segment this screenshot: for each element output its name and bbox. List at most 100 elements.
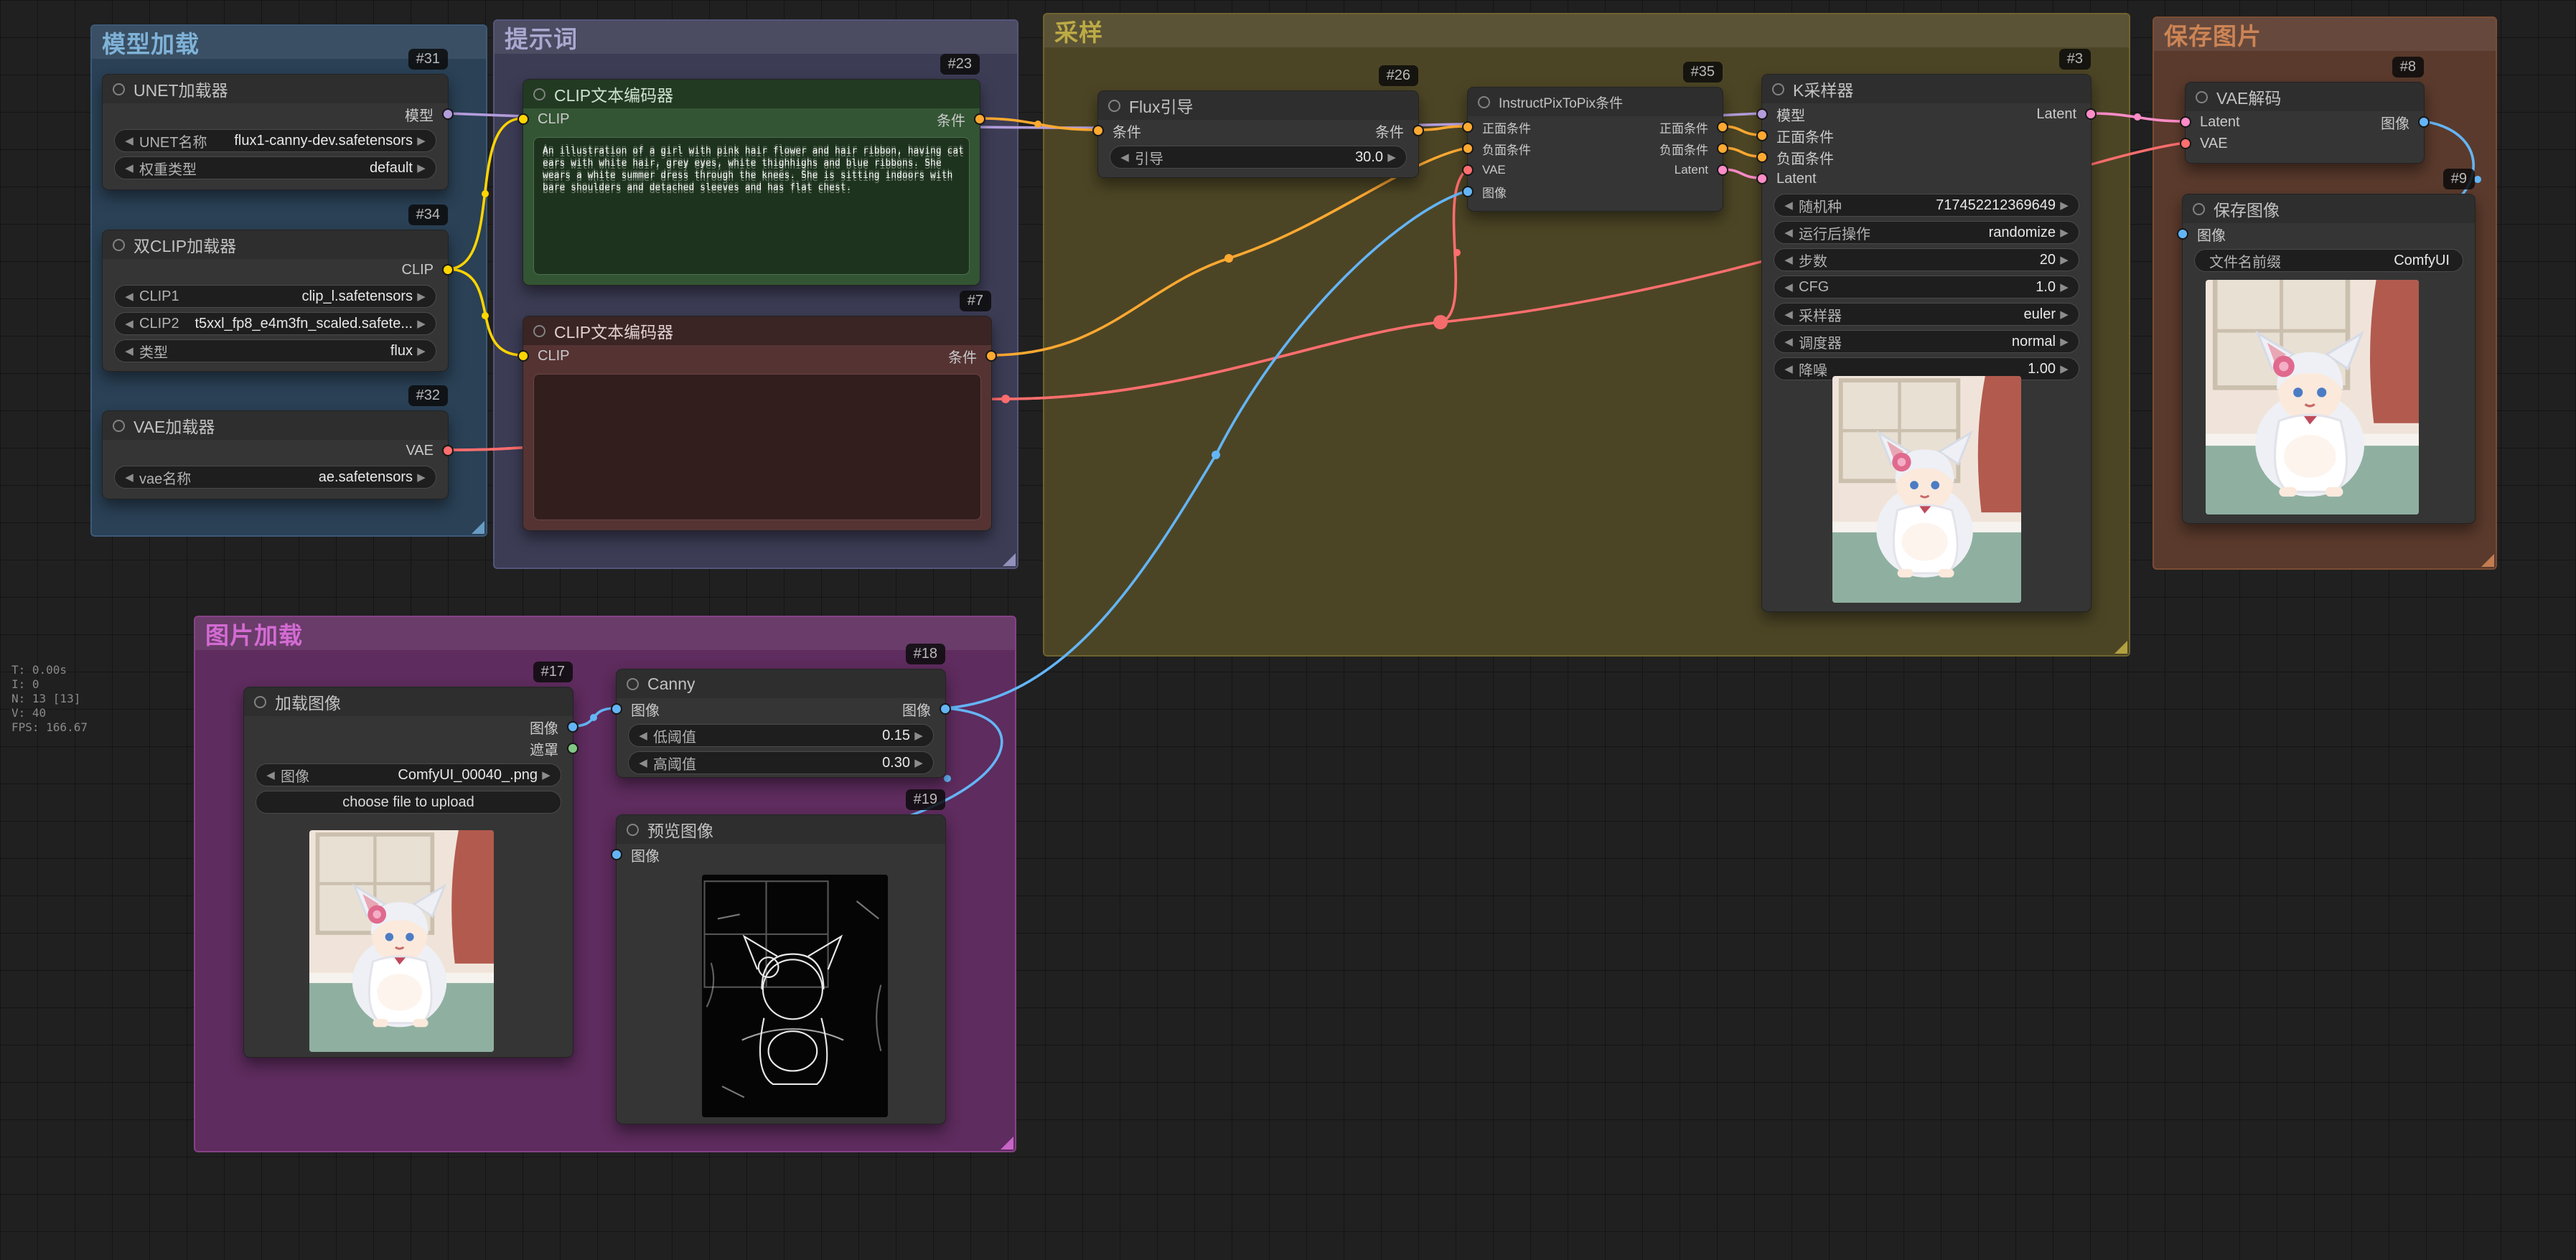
collapse-icon[interactable]	[627, 824, 639, 836]
widget-guidance[interactable]: ◀ 引导 30.0 ▶	[1110, 146, 1407, 169]
group-title[interactable]: 采样	[1044, 14, 2129, 47]
arrow-left-icon[interactable]: ◀	[1780, 362, 1797, 375]
collapse-icon[interactable]	[533, 88, 545, 100]
upload-button[interactable]: choose file to upload	[256, 791, 561, 814]
model-output-port[interactable]	[442, 108, 454, 120]
widget-vae-name[interactable]: ◀ vae名称 ae.safetensors ▶	[114, 466, 436, 489]
node-title-bar[interactable]: 预览图像	[617, 815, 945, 844]
widget-weight-dtype[interactable]: ◀ 权重类型 default ▶	[114, 156, 436, 179]
node-clip-text-encode-positive[interactable]: #23 CLIP文本编码器 CLIP 条件 An illustration of…	[523, 79, 980, 286]
collapse-icon[interactable]	[1108, 100, 1120, 112]
widget-scheduler[interactable]: ◀ 调度器 normal ▶	[1774, 330, 2079, 353]
positive-cond-input-port[interactable]	[1462, 121, 1474, 133]
arrow-left-icon[interactable]: ◀	[121, 161, 138, 174]
node-title-bar[interactable]: 保存图像	[2183, 194, 2475, 223]
positive-cond-input-port[interactable]	[1756, 130, 1768, 141]
widget-clip-type[interactable]: ◀ 类型 flux ▶	[114, 339, 436, 362]
arrow-right-icon[interactable]: ▶	[1383, 151, 1400, 164]
node-instruct-pix-to-pix[interactable]: #35 InstructPixToPix条件 正面条件 正面条件 负面条件 负面…	[1467, 87, 1723, 212]
negative-cond-input-port[interactable]	[1462, 143, 1474, 154]
conditioning-output-port[interactable]	[985, 350, 997, 362]
vae-input-port[interactable]	[1462, 164, 1474, 176]
widget-cfg[interactable]: ◀ CFG 1.0 ▶	[1774, 276, 2079, 298]
positive-cond-output-port[interactable]	[1717, 121, 1728, 133]
image-input-port[interactable]	[611, 849, 622, 860]
collapse-icon[interactable]	[627, 678, 639, 690]
clip-input-port[interactable]	[517, 350, 529, 362]
image-input-port[interactable]	[611, 703, 622, 715]
arrow-right-icon[interactable]: ▶	[2056, 253, 2073, 266]
vae-output-port[interactable]	[442, 445, 454, 456]
node-title-bar[interactable]: VAE加载器	[103, 411, 448, 440]
arrow-right-icon[interactable]: ▶	[413, 161, 430, 174]
conditioning-input-port[interactable]	[1092, 125, 1104, 136]
image-input-port[interactable]	[2177, 228, 2188, 240]
node-unet-loader[interactable]: #31 UNET加载器 模型 ◀ UNET名称 flux1-canny-dev.…	[102, 74, 449, 190]
arrow-right-icon[interactable]: ▶	[2056, 199, 2073, 212]
arrow-right-icon[interactable]: ▶	[413, 471, 430, 484]
widget-control-after-generate[interactable]: ◀ 运行后操作 randomize ▶	[1774, 221, 2079, 244]
arrow-right-icon[interactable]: ▶	[413, 317, 430, 330]
widget-steps[interactable]: ◀ 步数 20 ▶	[1774, 248, 2079, 271]
latent-output-port[interactable]	[1717, 164, 1728, 176]
collapse-icon[interactable]	[1772, 83, 1784, 95]
arrow-left-icon[interactable]: ◀	[1780, 199, 1797, 212]
model-input-port[interactable]	[1756, 108, 1768, 120]
node-title-bar[interactable]: CLIP文本编码器	[523, 316, 991, 345]
group-title[interactable]: 图片加载	[195, 617, 1015, 650]
arrow-right-icon[interactable]: ▶	[2056, 281, 2073, 293]
image-output-port[interactable]	[2418, 116, 2430, 128]
node-title-bar[interactable]: K采样器	[1762, 75, 2091, 103]
node-title-bar[interactable]: UNET加载器	[103, 75, 448, 103]
arrow-right-icon[interactable]: ▶	[2056, 335, 2073, 348]
node-canvas[interactable]: T: 0.00s I: 0 N: 13 [13] V: 40 FPS: 166.…	[0, 0, 2576, 1260]
arrow-left-icon[interactable]: ◀	[262, 768, 279, 781]
arrow-left-icon[interactable]: ◀	[634, 756, 652, 769]
arrow-left-icon[interactable]: ◀	[634, 729, 652, 742]
arrow-left-icon[interactable]: ◀	[1780, 281, 1797, 293]
node-clip-text-encode-negative[interactable]: #7 CLIP文本编码器 CLIP 条件	[523, 316, 992, 531]
arrow-right-icon[interactable]: ▶	[413, 134, 430, 147]
arrow-left-icon[interactable]: ◀	[1780, 226, 1797, 239]
arrow-left-icon[interactable]: ◀	[121, 290, 138, 303]
arrow-right-icon[interactable]: ▶	[538, 768, 555, 781]
widget-low-threshold[interactable]: ◀ 低阈值 0.15 ▶	[628, 724, 934, 747]
collapse-icon[interactable]	[2193, 203, 2205, 215]
negative-cond-input-port[interactable]	[1756, 151, 1768, 163]
arrow-left-icon[interactable]: ◀	[1780, 335, 1797, 348]
conditioning-output-port[interactable]	[1413, 125, 1424, 136]
arrow-right-icon[interactable]: ▶	[2056, 308, 2073, 321]
clip-output-port[interactable]	[442, 264, 454, 276]
arrow-right-icon[interactable]: ▶	[910, 729, 927, 742]
collapse-icon[interactable]	[254, 696, 266, 708]
collapse-icon[interactable]	[2196, 91, 2208, 103]
conditioning-output-port[interactable]	[974, 113, 985, 125]
node-vae-loader[interactable]: #32 VAE加载器 VAE ◀ vae名称 ae.safetensors ▶	[102, 410, 449, 499]
prompt-textarea[interactable]: An illustration of a girl with pink hair…	[533, 137, 970, 275]
image-output-port[interactable]	[940, 703, 951, 715]
node-save-image[interactable]: #9 保存图像 图像 文件名前缀 ComfyUI	[2182, 194, 2476, 524]
node-title-bar[interactable]: VAE解码	[2186, 83, 2424, 111]
arrow-right-icon[interactable]: ▶	[413, 290, 430, 303]
group-title[interactable]: 提示词	[495, 21, 1017, 54]
latent-input-port[interactable]	[1756, 173, 1768, 184]
arrow-left-icon[interactable]: ◀	[1780, 308, 1797, 321]
node-flux-guidance[interactable]: #26 Flux引导 条件 条件 ◀ 引导 30.0 ▶	[1097, 90, 1419, 178]
node-vae-decode[interactable]: #8 VAE解码 Latent 图像 VAE	[2185, 82, 2425, 164]
arrow-left-icon[interactable]: ◀	[121, 471, 138, 484]
latent-input-port[interactable]	[2180, 116, 2191, 128]
widget-clip2[interactable]: ◀ CLIP2 t5xxl_fp8_e4m3fn_scaled.safete..…	[114, 312, 436, 335]
latent-output-port[interactable]	[2085, 108, 2097, 120]
collapse-icon[interactable]	[533, 325, 545, 337]
arrow-right-icon[interactable]: ▶	[2056, 362, 2073, 375]
widget-unet-name[interactable]: ◀ UNET名称 flux1-canny-dev.safetensors ▶	[114, 129, 436, 152]
node-title-bar[interactable]: InstructPixToPix条件	[1468, 88, 1723, 116]
image-output-port[interactable]	[567, 721, 579, 733]
collapse-icon[interactable]	[113, 239, 125, 251]
node-title-bar[interactable]: CLIP文本编码器	[523, 80, 980, 108]
node-dual-clip-loader[interactable]: #34 双CLIP加载器 CLIP ◀ CLIP1 clip_l.safeten…	[102, 230, 449, 372]
image-input-port[interactable]	[1462, 186, 1474, 197]
node-title-bar[interactable]: Flux引导	[1098, 91, 1418, 120]
widget-sampler[interactable]: ◀ 采样器 euler ▶	[1774, 303, 2079, 326]
mask-output-port[interactable]	[567, 743, 579, 754]
